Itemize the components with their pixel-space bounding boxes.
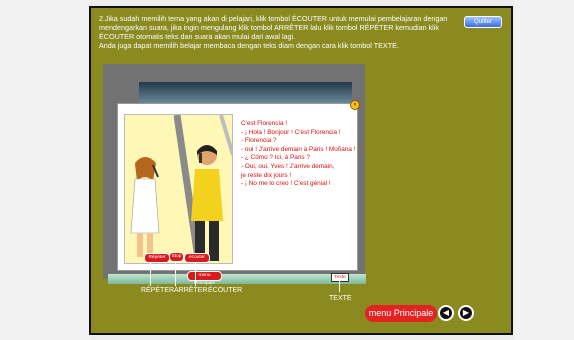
control-bar [108, 274, 366, 284]
dialogue-line: je reste dix jours ! [241, 171, 292, 179]
characters-illustration [124, 114, 233, 264]
dialogue-line: - ¡ No me lo creo ! C'est génial ! [241, 180, 331, 188]
dialogue-line: - ¡ Hola ! Bonjour ! C'est Florencia ! [241, 128, 341, 136]
pointer-line-arreter [175, 261, 176, 286]
background-left [0, 0, 90, 340]
dialogue-line: - oui ! J'arrive demain à Paris ! Moñana… [241, 145, 356, 153]
close-icon[interactable]: × [350, 100, 360, 110]
page: 2.Jika sudah memilih tema yang akan di p… [0, 0, 574, 340]
characters-image [125, 115, 232, 263]
instruction-text: 2.Jika sudah memilih tema yang akan di p… [99, 14, 449, 50]
pointer-line-ecouter [195, 262, 196, 286]
dialogue-line: C'est Florencia ! [241, 120, 287, 127]
arreter-label: ARRÊTER [174, 287, 208, 294]
dialogue-line: - ¿ Cómo ? Ici, à Paris ? [241, 154, 310, 162]
texte-button[interactable]: Texte [331, 273, 349, 282]
instruction-paragraph-1: 2.Jika sudah memilih tema yang akan di p… [99, 14, 448, 41]
pointer-line-repeter [150, 262, 151, 286]
dialogue-line: - Oui, oui. Yves ! J'arrive demain, [241, 162, 335, 170]
arreter-button[interactable]: Stop [169, 252, 184, 262]
ecouter-label: ÉCOUTER [208, 287, 243, 294]
main-panel: 2.Jika sudah memilih tema yang akan di p… [89, 6, 513, 335]
menu-principale-button[interactable]: menu Principale [365, 305, 437, 322]
quitter-button[interactable]: Quitter [464, 16, 502, 28]
lesson-stage: × C'est Florencia ! - ¡ Hola ! Bonjour !… [103, 64, 365, 279]
repeter-label: RÉPÉTER [141, 287, 175, 294]
circle-arrow-right-icon[interactable]: ▶ [458, 305, 474, 321]
repeter-button[interactable]: Répéter [144, 253, 170, 263]
background-right [514, 0, 574, 340]
circle-arrow-left-icon[interactable]: ◀ [438, 305, 454, 321]
ecouter-button[interactable]: écouter [184, 253, 210, 263]
dialogue-line: - Florencia ? [241, 137, 277, 145]
lesson-book: × C'est Florencia ! - ¡ Hola ! Bonjour !… [117, 100, 360, 271]
texte-label: TEXTE [329, 295, 352, 302]
pointer-line-texte [339, 281, 340, 292]
instruction-paragraph-2: Anda juga dapat memilih belajar membaca … [99, 41, 399, 50]
menu-principale-small-button[interactable]: menu Principale [187, 271, 222, 286]
dialogue-text: C'est Florencia ! - ¡ Hola ! Bonjour ! C… [241, 120, 356, 189]
